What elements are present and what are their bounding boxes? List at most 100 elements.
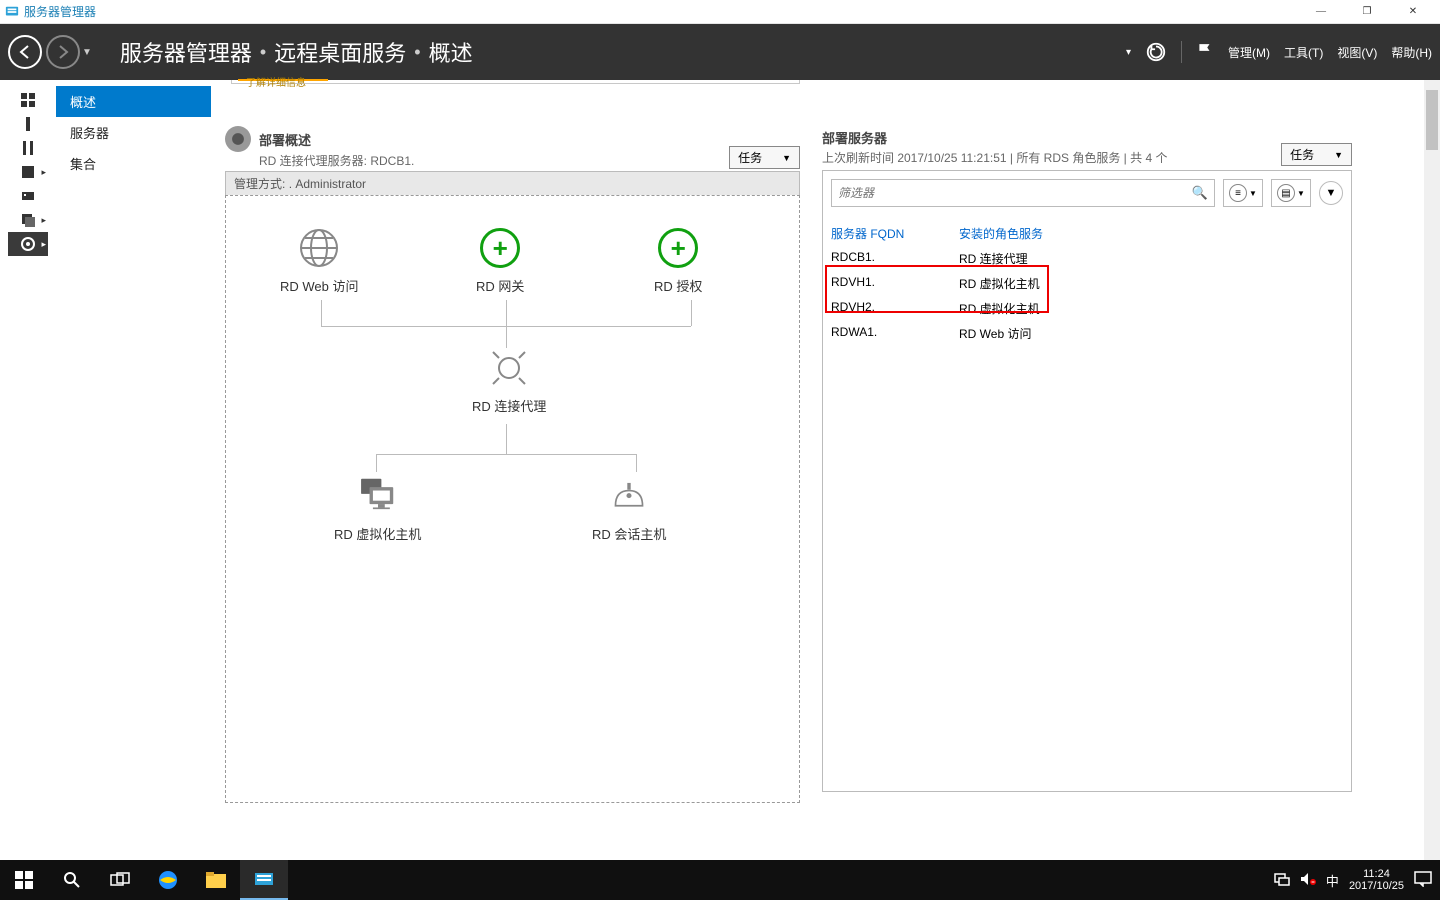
app-icon — [4, 4, 20, 20]
navicon-file-services[interactable]: ▸ — [8, 160, 48, 184]
dropdown-icon: ▼ — [1334, 150, 1343, 160]
dropdown-icon: ▼ — [782, 153, 791, 163]
header-dropdown-icon[interactable]: ▾ — [1126, 47, 1131, 58]
breadcrumb-page[interactable]: 概述 — [429, 36, 473, 68]
management-bar: 管理方式: . Administrator — [225, 171, 800, 195]
nav-history-dropdown[interactable]: ▼ — [82, 47, 92, 58]
nav-back-button[interactable] — [8, 35, 42, 69]
col-fqdn[interactable]: 服务器 FQDN — [831, 221, 959, 246]
navicon-local-server[interactable] — [8, 112, 48, 136]
servers-table-header: 服务器 FQDN 安装的角色服务 — [831, 221, 1343, 246]
sidebar: 概述 服务器 集合 — [56, 80, 211, 860]
window-titlebar: 服务器管理器 — ❐ ✕ — [0, 0, 1440, 24]
node-rd-gateway[interactable]: + RD 网关 — [476, 226, 524, 295]
node-rd-sessionhost[interactable]: RD 会话主机 — [592, 474, 666, 543]
notice-banner-bottom: 了解详细信息 — [231, 80, 800, 84]
filter-input-wrap: 🔍 — [831, 179, 1215, 207]
main-content: 了解详细信息 部署概述 RD 连接代理服务器: RDCB1. 任务 ▼ — [211, 80, 1440, 860]
servers-title: 部署服务器 — [822, 128, 1167, 147]
tray-network-icon[interactable] — [1274, 872, 1290, 889]
breadcrumb-section[interactable]: 远程桌面服务 — [274, 36, 406, 68]
node-label: RD 虚拟化主机 — [334, 524, 421, 543]
sidebar-item-servers[interactable]: 服务器 — [56, 117, 211, 148]
mgmt-label: 管理方式: — [234, 177, 285, 191]
mgmt-value: . Administrator — [289, 177, 366, 191]
minimize-button[interactable]: — — [1298, 0, 1344, 24]
breadcrumb-root[interactable]: 服务器管理器 — [120, 36, 252, 68]
window-title: 服务器管理器 — [24, 3, 96, 20]
filter-input[interactable] — [838, 186, 1192, 200]
deployment-subtitle: RD 连接代理服务器: RDCB1. — [259, 152, 414, 169]
refresh-icon[interactable] — [1145, 41, 1167, 63]
node-rd-broker[interactable]: RD 连接代理 — [472, 346, 546, 415]
windows-taskbar: 中 11:24 2017/10/25 — [0, 860, 1440, 900]
navicon-rds[interactable]: ▸ — [8, 232, 48, 256]
nav-forward-button[interactable] — [46, 35, 80, 69]
tasks-label: 任务 — [1290, 146, 1314, 163]
menu-tools[interactable]: 工具(T) — [1284, 44, 1323, 61]
save-options-dropdown[interactable]: ▤▼ — [1271, 179, 1311, 207]
node-rd-license[interactable]: + RD 授权 — [654, 226, 702, 295]
breadcrumb: 服务器管理器 • 远程桌面服务 • 概述 — [120, 36, 473, 68]
start-button[interactable] — [0, 860, 48, 900]
tray-clock[interactable]: 11:24 2017/10/25 — [1349, 868, 1404, 892]
sidebar-item-collections[interactable]: 集合 — [56, 148, 211, 179]
node-rd-web[interactable]: RD Web 访问 — [280, 226, 359, 295]
navicon-all-servers[interactable] — [8, 136, 48, 160]
sidebar-item-overview[interactable]: 概述 — [56, 86, 211, 117]
taskview-button[interactable] — [96, 860, 144, 900]
vertical-scrollbar[interactable] — [1424, 80, 1440, 860]
flag-icon[interactable] — [1196, 43, 1214, 61]
taskbar-servermanager-icon[interactable] — [240, 860, 288, 900]
node-label: RD 授权 — [654, 276, 702, 295]
add-icon: + — [656, 226, 700, 270]
deployment-tasks-dropdown[interactable]: 任务 ▼ — [729, 146, 800, 169]
cell-role: RD Web 访问 — [959, 325, 1031, 342]
view-options-dropdown[interactable]: ≡▼ — [1223, 179, 1263, 207]
servers-tasks-dropdown[interactable]: 任务 ▼ — [1281, 143, 1352, 166]
virthost-icon — [356, 474, 400, 518]
header-separator — [1181, 41, 1182, 63]
taskbar-explorer-icon[interactable] — [192, 860, 240, 900]
tray-volume-icon[interactable] — [1300, 872, 1316, 889]
node-label: RD 网关 — [476, 276, 524, 295]
servers-panel: 🔍 ≡▼ ▤▼ ▼ 服务器 FQDN 安装的角色服务 RDCB1. RD 连接代… — [822, 170, 1352, 792]
nav-icon-strip: ▸ ▸ ▸ — [0, 80, 56, 860]
table-row[interactable]: RDWA1. RD Web 访问 — [831, 321, 1343, 346]
menu-view[interactable]: 视图(V) — [1337, 44, 1377, 61]
navicon-dashboard[interactable] — [8, 88, 48, 112]
breadcrumb-sep-icon: • — [260, 42, 266, 63]
menu-manage[interactable]: 管理(M) — [1228, 44, 1270, 61]
globe-icon — [297, 226, 341, 270]
deployment-title: 部署概述 — [259, 130, 311, 149]
navicon-storage[interactable] — [8, 184, 48, 208]
deployment-overview-column: 了解详细信息 部署概述 RD 连接代理服务器: RDCB1. 任务 ▼ — [225, 80, 800, 860]
refresh-panel-icon[interactable] — [225, 126, 251, 152]
highlight-annotation — [825, 265, 1049, 313]
navicon-roles[interactable]: ▸ — [8, 208, 48, 232]
node-rd-virthost[interactable]: RD 虚拟化主机 — [334, 474, 421, 543]
menu-help[interactable]: 帮助(H) — [1391, 44, 1432, 61]
tasks-label: 任务 — [738, 149, 762, 166]
tray-date: 2017/10/25 — [1349, 880, 1404, 892]
breadcrumb-sep-icon: • — [414, 42, 420, 63]
sessionhost-icon — [607, 474, 651, 518]
close-button[interactable]: ✕ — [1390, 0, 1436, 24]
tray-ime[interactable]: 中 — [1326, 871, 1339, 890]
add-icon: + — [478, 226, 522, 270]
maximize-button[interactable]: ❐ — [1344, 0, 1390, 24]
notice-link[interactable]: 了解详细信息 — [246, 74, 306, 89]
search-button[interactable] — [48, 860, 96, 900]
node-label: RD 连接代理 — [472, 396, 546, 415]
expand-toggle[interactable]: ▼ — [1319, 181, 1343, 205]
cell-fqdn: RDWA1. — [831, 325, 959, 342]
col-role[interactable]: 安装的角色服务 — [959, 221, 1043, 246]
taskbar-ie-icon[interactable] — [144, 860, 192, 900]
header-bar: ▼ 服务器管理器 • 远程桌面服务 • 概述 ▾ 管理(M) 工具(T) 视图(… — [0, 24, 1440, 80]
deployment-diagram: RD Web 访问 + RD 网关 + RD 授权 — [225, 195, 800, 803]
search-icon[interactable]: 🔍 — [1192, 185, 1208, 201]
broker-icon — [487, 346, 531, 390]
tray-notifications-icon[interactable] — [1414, 871, 1432, 890]
deployment-servers-column: 部署服务器 上次刷新时间 2017/10/25 11:21:51 | 所有 RD… — [822, 128, 1352, 860]
tray-time: 11:24 — [1349, 868, 1404, 880]
